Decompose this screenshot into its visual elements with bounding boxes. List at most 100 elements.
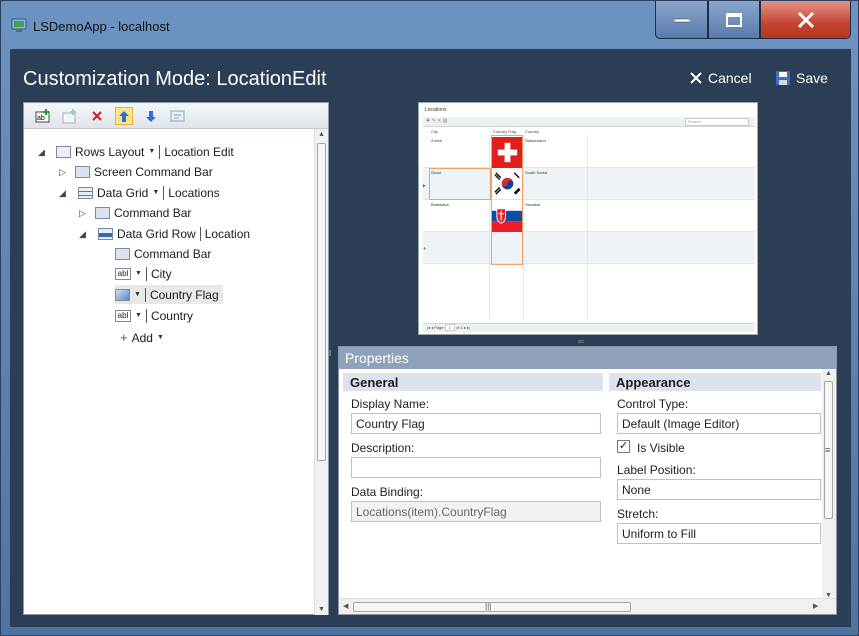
preview-cell-city: Zurich: [431, 138, 443, 143]
collapse-arrow-icon[interactable]: ◢: [38, 147, 45, 158]
chevron-down-icon[interactable]: ▼: [152, 189, 159, 196]
city-label: City: [150, 266, 172, 281]
preview-col-flag: Country Flag: [493, 129, 516, 134]
scroll-grip-icon: |||: [485, 602, 492, 611]
app-window: LSDemoApp - localhost Customization Mode…: [0, 0, 859, 636]
command-bar-label: Command Bar: [114, 205, 192, 220]
data-grid-label: Data Grid: [97, 185, 149, 200]
title-bar[interactable]: LSDemoApp - localhost: [1, 1, 858, 49]
scroll-right-icon[interactable]: ▶: [813, 602, 818, 610]
pager-page-label: Page: [434, 325, 444, 330]
pager-of-label: of 1: [456, 325, 463, 330]
display-name-label: Display Name:: [351, 397, 430, 411]
separator: [199, 226, 201, 241]
scroll-down-icon[interactable]: ▼: [318, 606, 325, 613]
add-node-button[interactable]: + Add ▼: [120, 328, 164, 347]
move-down-button[interactable]: [142, 107, 160, 125]
preview-search: Search: [685, 118, 749, 126]
save-button[interactable]: Save: [776, 70, 828, 86]
command-bar-icon: [95, 206, 110, 219]
tree-node-data-grid[interactable]: Data Grid ▼ Locations: [78, 183, 220, 202]
delete-icon: [92, 111, 102, 121]
control-type-select[interactable]: Default (Image Editor): [617, 413, 821, 434]
tree-node-city[interactable]: abl ▼ City: [115, 264, 172, 283]
pager-page-value: 1: [444, 324, 455, 331]
preview-new-row-icon: ✚: [423, 246, 427, 251]
country-flag-label: Country Flag: [149, 287, 219, 302]
command-bar-icon: [75, 165, 90, 178]
content-tree-pane: ab ◢ Rows Layout ▼ Location Edit ▷ Scree…: [23, 102, 329, 615]
preview-row: Bratislava Slovakia: [423, 200, 755, 232]
data-binding-field[interactable]: Locations(item).CountryFlag: [351, 501, 601, 522]
scroll-up-icon[interactable]: ▲: [318, 131, 325, 138]
page-title: Customization Mode: LocationEdit: [23, 68, 327, 90]
add-group-button[interactable]: [61, 107, 79, 125]
preview-col-country: Country: [525, 129, 540, 134]
properties-horizontal-scrollbar[interactable]: ◀ ||| ▶: [339, 598, 836, 614]
tree-node-row-command-bar[interactable]: Command Bar: [115, 244, 211, 263]
is-visible-label: Is Visible: [637, 441, 685, 455]
maximize-button[interactable]: [708, 1, 760, 39]
preview-toolbar: ✚ ✎ ✕ ▤ Search: [423, 117, 755, 127]
collapse-arrow-icon[interactable]: ◢: [79, 229, 86, 240]
delete-button[interactable]: [88, 107, 106, 125]
separator: [145, 266, 147, 281]
control-type-label: Control Type:: [617, 397, 689, 411]
add-label: Add: [131, 330, 153, 345]
chevron-down-icon[interactable]: ▼: [148, 148, 155, 155]
properties-vertical-scrollbar[interactable]: ▲ ≡ ▼: [822, 369, 836, 600]
close-icon: [690, 72, 702, 84]
maximize-icon: [726, 12, 742, 27]
add-textbox-icon: ab: [35, 109, 50, 123]
expand-arrow-icon[interactable]: ▷: [59, 167, 66, 178]
minimize-button[interactable]: [655, 1, 708, 39]
rows-layout-name: Location Edit: [164, 144, 234, 159]
description-field[interactable]: [351, 457, 601, 478]
pager-next-icon: ▸ ▸|: [463, 325, 471, 330]
collapse-arrow-icon[interactable]: ◢: [59, 188, 66, 199]
tree-node-country-flag[interactable]: ▼ Country Flag: [115, 285, 223, 304]
settings-button[interactable]: [169, 107, 187, 125]
move-up-button[interactable]: [115, 107, 133, 125]
scroll-thumb[interactable]: [317, 143, 326, 461]
plus-icon: +: [120, 330, 128, 345]
preview-title: Locations: [425, 107, 447, 113]
tree-node-screen-command-bar[interactable]: Screen Command Bar: [75, 162, 213, 181]
expand-arrow-icon[interactable]: ▷: [79, 208, 86, 219]
preview-col-divider: [489, 135, 490, 319]
tree-toolbar: ab: [24, 103, 328, 129]
tree-node-rows-layout[interactable]: Rows Layout ▼ Location Edit: [56, 142, 234, 161]
preview-selected-cell: [429, 168, 491, 200]
cancel-label: Cancel: [708, 70, 752, 86]
tree-node-data-grid-row[interactable]: Data Grid Row Location: [98, 224, 250, 243]
edit-screen-icon: [170, 110, 185, 122]
chevron-down-icon[interactable]: ▼: [135, 270, 142, 277]
close-button[interactable]: [760, 1, 851, 39]
preview-cell-country: Slovakia: [525, 202, 541, 207]
pane-grip-icon[interactable]: ‖: [328, 349, 331, 358]
cancel-button[interactable]: Cancel: [690, 70, 752, 86]
splitter-grip-icon[interactable]: ═: [578, 337, 584, 346]
scroll-up-icon[interactable]: ▲: [825, 370, 832, 377]
customization-client: Customization Mode: LocationEdit Cancel …: [10, 49, 851, 627]
data-binding-label: Data Binding:: [351, 485, 424, 499]
preview-cell-country: Switzerland: [525, 138, 546, 143]
tree-node-country[interactable]: abl ▼ Country: [115, 306, 193, 325]
tree-node-command-bar[interactable]: Command Bar: [95, 203, 191, 222]
stretch-label: Stretch:: [617, 507, 659, 521]
close-icon: [797, 11, 814, 28]
content-tree: ◢ Rows Layout ▼ Location Edit ▷ Screen C…: [24, 129, 328, 614]
display-name-field[interactable]: Country Flag: [351, 413, 601, 434]
label-position-select[interactable]: None: [617, 479, 821, 500]
separator: [145, 308, 147, 323]
arrow-up-icon: [119, 110, 129, 122]
scroll-thumb[interactable]: [353, 602, 631, 612]
tree-scrollbar[interactable]: ▲ ▼: [314, 129, 328, 615]
label-position-label: Label Position:: [617, 463, 696, 477]
chevron-down-icon[interactable]: ▼: [134, 291, 141, 298]
stretch-select[interactable]: Uniform to Fill: [617, 523, 821, 544]
chevron-down-icon[interactable]: ▼: [135, 312, 142, 319]
is-visible-checkbox[interactable]: ✓: [617, 440, 630, 453]
scroll-left-icon[interactable]: ◀: [343, 602, 348, 610]
add-item-button[interactable]: ab: [34, 107, 52, 125]
